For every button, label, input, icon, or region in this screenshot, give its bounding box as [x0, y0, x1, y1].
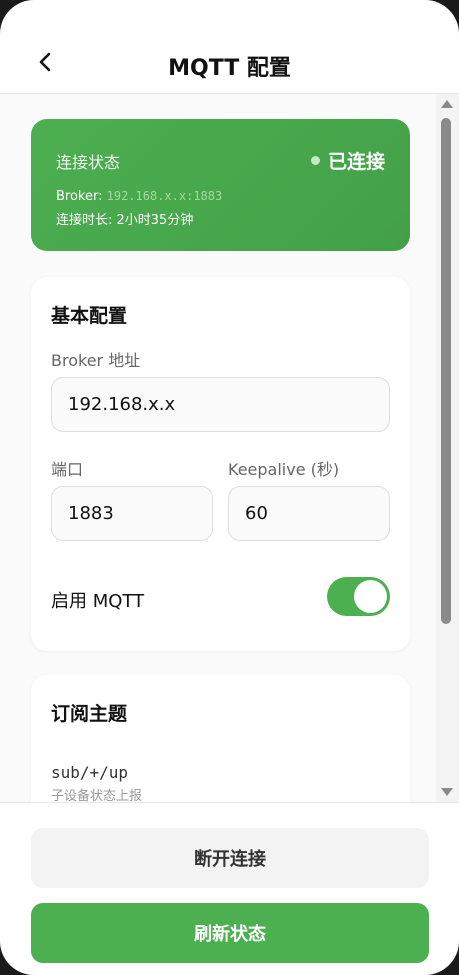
disconnect-button[interactable]: 断开连接: [31, 828, 429, 888]
scroll-down-arrow-icon[interactable]: [441, 788, 453, 796]
scroll-content[interactable]: 连接状态 已连接 Broker: 192.168.x.x:1883 连接时长: …: [0, 94, 436, 802]
status-label: 连接状态: [56, 153, 121, 172]
status-dot-icon: [310, 156, 320, 165]
action-footer: 断开连接 刷新状态: [0, 802, 459, 975]
port-label: 端口: [51, 460, 84, 479]
port-input[interactable]: [51, 486, 213, 541]
broker-info: Broker: 192.168.x.x:1883: [56, 189, 222, 204]
scroll-up-arrow-icon[interactable]: [441, 100, 453, 108]
header: MQTT 配置: [0, 0, 459, 94]
connection-status-card: 连接状态 已连接 Broker: 192.168.x.x:1883 连接时长: …: [31, 119, 410, 251]
connection-duration: 连接时长: 2小时35分钟: [56, 213, 194, 228]
subscribed-topics-card: 订阅主题 sub/+/up 子设备状态上报: [31, 675, 410, 802]
broker-address-input[interactable]: [51, 377, 390, 432]
basic-config-card: 基本配置 Broker 地址 端口 Keepalive (秒) 启用 MQTT: [31, 277, 410, 651]
vertical-scrollbar[interactable]: [436, 94, 459, 802]
page-title: MQTT 配置: [168, 56, 291, 81]
keepalive-label: Keepalive (秒): [228, 460, 340, 479]
topic-path: sub/+/up: [51, 763, 129, 782]
status-badge: 已连接: [310, 147, 385, 174]
status-value: 已连接: [327, 151, 385, 173]
scrollbar-thumb[interactable]: [441, 118, 451, 624]
enable-mqtt-toggle[interactable]: [327, 577, 390, 616]
broker-address: 192.168.x.x:1883: [106, 189, 223, 203]
broker-prefix: Broker:: [56, 189, 107, 204]
keepalive-input[interactable]: [228, 486, 390, 541]
basic-config-title: 基本配置: [51, 305, 128, 327]
topic-description: 子设备状态上报: [51, 789, 143, 802]
toggle-knob: [354, 580, 387, 613]
broker-address-label: Broker 地址: [51, 351, 141, 370]
enable-mqtt-label: 启用 MQTT: [51, 591, 145, 612]
phone-screen: MQTT 配置 连接状态 已连接 Broker: 192.168.x.x:188…: [0, 0, 459, 975]
topics-title: 订阅主题: [51, 703, 128, 725]
refresh-status-button[interactable]: 刷新状态: [31, 903, 429, 963]
